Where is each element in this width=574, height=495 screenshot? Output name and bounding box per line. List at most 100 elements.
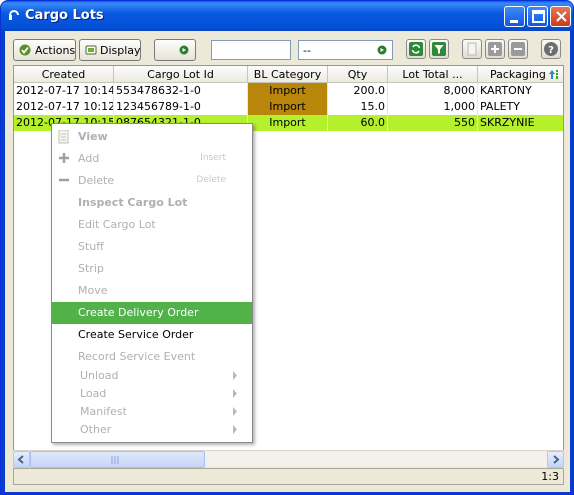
filter-button[interactable]	[429, 39, 449, 59]
filter-combo-value: --	[303, 44, 311, 57]
plus-icon	[59, 153, 69, 163]
table-row[interactable]: 2012-07-17 10:12 123456789-1-0 Import 15…	[14, 99, 563, 115]
menu-item-move[interactable]: Move	[52, 280, 252, 302]
menu-item-other-label: Other	[80, 423, 112, 436]
chevron-right-icon	[553, 455, 560, 464]
menu-item-add-label: Add	[78, 152, 100, 165]
menu-item-strip-label: Strip	[78, 262, 104, 275]
column-header-packaging-label: Packaging	[490, 68, 546, 81]
record-position: 1:3	[541, 470, 559, 483]
menu-item-load[interactable]: Load	[52, 385, 252, 403]
menu-item-record-service-event-label: Record Service Event	[78, 350, 196, 363]
app-icon	[9, 10, 19, 20]
horizontal-scrollbar[interactable]	[13, 450, 564, 468]
checkmark-icon	[19, 44, 31, 56]
add-button[interactable]	[485, 39, 505, 59]
remove-button[interactable]	[508, 39, 528, 59]
menu-item-inspect-label: Inspect Cargo Lot	[78, 196, 188, 209]
help-icon: ?	[544, 42, 558, 56]
title-bar[interactable]: Cargo Lots	[1, 1, 573, 31]
column-header-qty[interactable]: Qty	[328, 66, 388, 83]
document-icon	[467, 42, 477, 56]
actions-label: Actions	[35, 44, 76, 57]
filter-input[interactable]	[211, 40, 291, 60]
chevron-right-icon	[233, 371, 237, 380]
scroll-left-button[interactable]	[13, 451, 30, 468]
column-header-packaging[interactable]: Packaging	[478, 66, 563, 83]
funnel-icon	[432, 42, 446, 56]
navigate-button[interactable]	[154, 39, 196, 61]
menu-item-stuff-label: Stuff	[78, 240, 104, 253]
menu-item-create-service-order[interactable]: Create Service Order	[52, 324, 252, 346]
menu-item-add[interactable]: Add Insert	[52, 148, 252, 170]
close-button[interactable]	[550, 6, 571, 27]
grip-icon	[111, 456, 119, 464]
refresh-icon	[409, 42, 423, 56]
document-icon	[58, 130, 69, 144]
maximize-icon	[532, 10, 545, 23]
menu-item-unload-label: Unload	[80, 369, 119, 382]
chevron-right-icon	[233, 425, 237, 434]
cell-total: 1,000	[388, 99, 478, 115]
cell-packaging: SKRZYNIE	[478, 115, 563, 131]
filter-combo[interactable]: --	[298, 40, 393, 60]
display-button[interactable]: Display	[79, 39, 141, 61]
minus-icon	[59, 178, 69, 182]
arrow-right-icon	[179, 45, 189, 55]
status-bar: 1:3	[13, 468, 564, 485]
svg-text:?: ?	[548, 45, 554, 56]
help-button[interactable]: ?	[541, 39, 561, 59]
menu-item-delete-label: Delete	[78, 174, 115, 187]
cell-packaging: PALETY	[478, 99, 563, 115]
minus-icon	[511, 42, 525, 56]
menu-item-delete[interactable]: Delete Delete	[52, 170, 252, 192]
menu-item-create-delivery-order[interactable]: Create Delivery Order	[52, 302, 252, 324]
cell-total: 8,000	[388, 83, 478, 99]
menu-item-create-delivery-order-label: Create Delivery Order	[78, 306, 199, 319]
menu-item-inspect[interactable]: Inspect Cargo Lot	[52, 192, 252, 214]
menu-item-unload[interactable]: Unload	[52, 367, 252, 385]
menu-item-record-service-event[interactable]: Record Service Event	[52, 346, 252, 368]
actions-button[interactable]: Actions	[13, 39, 76, 61]
cell-qty: 60.0	[328, 115, 388, 131]
scroll-right-button[interactable]	[547, 451, 564, 468]
table-row[interactable]: 2012-07-17 10:14 553478632-1-0 Import 20…	[14, 83, 563, 99]
window-title: Cargo Lots	[25, 8, 104, 23]
context-menu: View Add Insert Delete Delete Inspect Ca…	[51, 123, 253, 443]
plus-icon	[488, 42, 502, 56]
chevron-right-icon	[233, 407, 237, 416]
column-header-lot-id[interactable]: Cargo Lot Id	[114, 66, 248, 83]
menu-item-manifest[interactable]: Manifest	[52, 403, 252, 421]
maximize-button[interactable]	[527, 6, 548, 27]
table-header: Created Cargo Lot Id BL Category Qty Lot…	[14, 66, 563, 83]
menu-item-stuff[interactable]: Stuff	[52, 236, 252, 258]
menu-item-strip[interactable]: Strip	[52, 258, 252, 280]
column-header-category[interactable]: BL Category	[248, 66, 328, 83]
toolbar: Actions Display -- ?	[5, 31, 570, 66]
chevron-left-icon	[17, 455, 24, 464]
menu-item-view[interactable]: View	[52, 126, 252, 148]
arrow-right-icon	[377, 45, 387, 55]
display-icon	[85, 45, 97, 55]
cell-packaging: KARTONY	[478, 83, 563, 99]
menu-item-other[interactable]: Other	[52, 421, 252, 439]
column-header-created[interactable]: Created	[14, 66, 114, 83]
cell-category: Import	[248, 99, 328, 115]
minimize-button[interactable]	[504, 6, 525, 27]
scroll-thumb[interactable]	[30, 451, 205, 468]
minimize-icon	[510, 20, 518, 23]
cell-category: Import	[248, 83, 328, 99]
menu-item-move-label: Move	[78, 284, 108, 297]
menu-item-create-service-order-label: Create Service Order	[78, 328, 194, 341]
cell-lot-id: 553478632-1-0	[114, 83, 248, 99]
cell-category: Import	[248, 115, 328, 131]
display-label: Display	[100, 44, 141, 57]
column-header-total[interactable]: Lot Total ...	[388, 66, 478, 83]
menu-item-edit[interactable]: Edit Cargo Lot	[52, 214, 252, 236]
refresh-button[interactable]	[406, 39, 426, 59]
cell-created: 2012-07-17 10:14	[16, 83, 114, 99]
cell-lot-id: 123456789-1-0	[114, 99, 248, 115]
menu-item-view-label: View	[78, 130, 108, 143]
copy-button[interactable]	[462, 39, 482, 59]
chevron-right-icon	[233, 389, 237, 398]
